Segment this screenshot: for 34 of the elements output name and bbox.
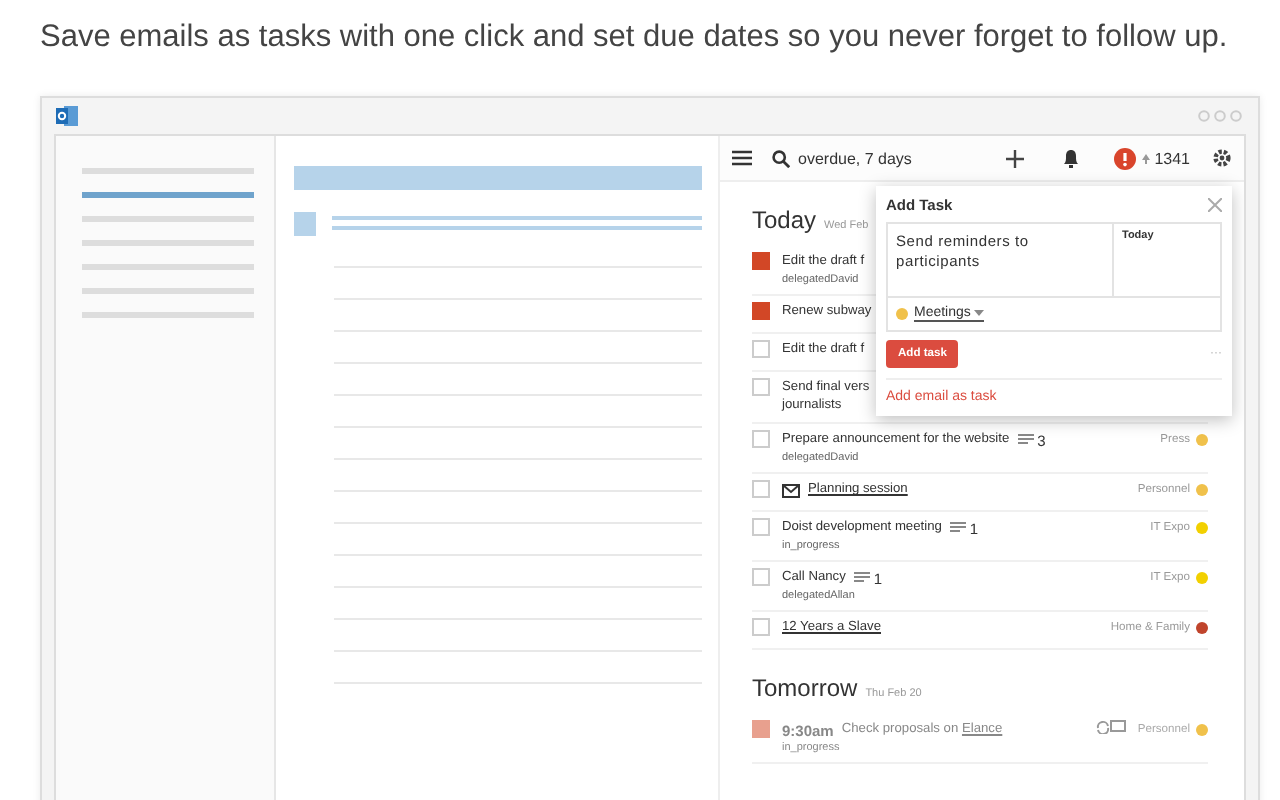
arrow-up-icon: [1142, 153, 1151, 163]
checkbox[interactable]: [752, 568, 770, 586]
checkbox[interactable]: [752, 252, 770, 270]
section-title: Today: [752, 206, 817, 234]
close-icon[interactable]: [1208, 198, 1222, 212]
karma-count: 1341: [1154, 149, 1190, 167]
checkbox[interactable]: [752, 480, 770, 498]
comment-icon: [1017, 434, 1034, 446]
checkbox[interactable]: [752, 430, 770, 448]
repeat-icon: [1095, 720, 1110, 734]
checkbox[interactable]: [752, 720, 770, 738]
plus-icon[interactable]: [1006, 149, 1024, 167]
placeholder-square: [294, 212, 316, 236]
search-icon: [772, 149, 790, 167]
checkbox[interactable]: [752, 518, 770, 536]
karma-icon[interactable]: [1114, 147, 1137, 169]
settings-icon[interactable]: [1212, 148, 1232, 168]
menu-icon[interactable]: [732, 150, 752, 166]
headline: Save emails as tasks with one click and set due dates so you never forget to follow up.: [38, 18, 1230, 58]
search-field[interactable]: overdue, 7 days: [772, 149, 992, 167]
bell-icon[interactable]: [1062, 148, 1081, 168]
section-title: Tomorrow: [752, 674, 858, 702]
comment-icon: [853, 572, 870, 584]
project-dot: [896, 308, 908, 320]
outlook-icon: [56, 106, 78, 126]
caret-icon: [974, 310, 985, 316]
window-controls-icon[interactable]: [1198, 110, 1242, 122]
checkbox[interactable]: [752, 340, 770, 358]
envelope-icon: [782, 483, 800, 497]
envelope-icon: [1109, 720, 1126, 732]
checkbox[interactable]: [752, 302, 770, 320]
checkbox[interactable]: [752, 618, 770, 636]
comment-icon: [949, 522, 966, 534]
checkbox[interactable]: [752, 378, 770, 396]
